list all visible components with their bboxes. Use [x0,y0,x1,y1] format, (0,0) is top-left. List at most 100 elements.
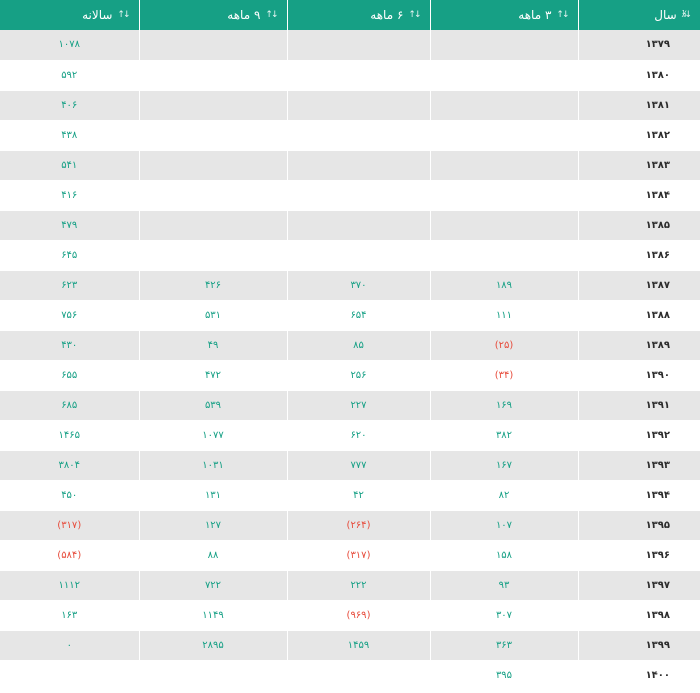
cell-annual: ۶۸۵ [0,390,139,421]
cell-q6 [286,180,430,211]
cell-q6 [286,240,430,271]
cell-q6 [286,150,430,181]
column-header-annual[interactable]: ↓↑ سالانه [0,0,139,30]
cell-annual: (۳۱۷) [0,510,139,541]
cell-q3: ۱۱۱ [429,300,578,331]
cell-q6 [286,90,430,121]
cell-year: ۱۳۹۷ [577,570,700,601]
table-row: ۱۳۸۳ ۵۴۱ [0,150,700,181]
column-header-year[interactable]: ↓¹⁄₉ سال [577,0,700,30]
cell-annual: ۱۱۱۲ [0,570,139,601]
cell-annual: ۵۹۲ [0,60,139,91]
cell-annual: ۱۴۶۵ [0,420,139,451]
column-header-3-month[interactable]: ↓↑ ۳ ماهه [429,0,578,30]
cell-annual: ۴۳۸ [0,120,139,151]
cell-year: ۱۳۸۶ [577,240,700,271]
cell-annual: ۰ [0,630,139,661]
table-row: ۱۳۸۹ (۲۵) ۸۵ ۴۹ ۴۳۰ [0,330,700,361]
cell-q9: ۱۰۷۷ [138,420,287,451]
column-header-label: سالانه [82,8,113,22]
cell-annual: ۴۷۹ [0,210,139,241]
cell-q6: ۱۴۵۹ [286,630,430,661]
cell-year: ۱۳۸۱ [577,90,700,121]
cell-q6: ۴۲ [286,480,430,511]
cell-annual: ۳۸۰۴ [0,450,139,481]
cell-annual: ۱۶۳ [0,600,139,631]
cell-annual [0,660,139,691]
cell-year: ۱۳۹۲ [577,420,700,451]
cell-annual: ۴۰۶ [0,90,139,121]
table-row: ۱۳۹۴ ۸۲ ۴۲ ۱۳۱ ۴۵۰ [0,480,700,511]
table-row: ۱۳۹۷ ۹۳ ۲۲۲ ۷۲۲ ۱۱۱۲ [0,570,700,601]
cell-q3: (۲۵) [429,330,578,361]
cell-year: ۱۳۹۰ [577,360,700,391]
cell-q6 [286,660,430,691]
column-header-label: ۶ ماهه [370,8,404,22]
cell-q9: ۱۲۷ [138,510,287,541]
cell-q6: (۹۶۹) [286,600,430,631]
cell-q9: ۴۲۶ [138,270,287,301]
cell-year: ۱۳۸۴ [577,180,700,211]
cell-q6: (۲۶۴) [286,510,430,541]
cell-q9 [138,210,287,241]
cell-year: ۱۳۸۵ [577,210,700,241]
cell-q3 [429,210,578,241]
cell-q3: ۳۶۳ [429,630,578,661]
cell-q3: ۸۲ [429,480,578,511]
cell-q9 [138,660,287,691]
cell-q9 [138,30,287,61]
table-row: ۱۴۰۰ ۳۹۵ [0,660,700,691]
table-row: ۱۳۹۰ (۳۴) ۲۵۶ ۴۷۲ ۶۵۵ [0,360,700,391]
cell-q6 [286,30,430,61]
cell-year: ۱۳۹۵ [577,510,700,541]
cell-q9 [138,120,287,151]
table-row: ۱۳۹۹ ۳۶۳ ۱۴۵۹ ۲۸۹۵ ۰ [0,630,700,661]
column-header-label: ۳ ماهه [518,8,552,22]
table-header: ↓¹⁄₉ سال ↓↑ ۳ ماهه ↓↑ ۶ ماهه ↓↑ ۹ ماهه ↓… [0,0,700,30]
sort-arrows-icon: ↓↑ [265,10,278,20]
table-row: ۱۳۸۶ ۶۴۵ [0,240,700,271]
cell-q6: (۳۱۷) [286,540,430,571]
column-header-label: ۹ ماهه [227,8,261,22]
header-row: ↓¹⁄₉ سال ↓↑ ۳ ماهه ↓↑ ۶ ماهه ↓↑ ۹ ماهه ↓… [0,0,700,30]
cell-annual: ۴۳۰ [0,330,139,361]
cell-q6 [286,60,430,91]
cell-q6: ۲۲۷ [286,390,430,421]
cell-annual: ۵۴۱ [0,150,139,181]
cell-q9: ۷۲۲ [138,570,287,601]
column-header-6-month[interactable]: ↓↑ ۶ ماهه [286,0,430,30]
cell-annual: ۷۵۶ [0,300,139,331]
cell-q9: ۵۳۹ [138,390,287,421]
cell-q3: ۱۰۷ [429,510,578,541]
cell-q9: ۵۳۱ [138,300,287,331]
cell-year: ۱۳۹۸ [577,600,700,631]
cell-q6: ۸۵ [286,330,430,361]
cell-q9: ۸۸ [138,540,287,571]
cell-annual: ۴۱۶ [0,180,139,211]
table-row: ۱۳۹۲ ۳۸۲ ۶۲۰ ۱۰۷۷ ۱۴۶۵ [0,420,700,451]
data-table: ↓¹⁄₉ سال ↓↑ ۳ ماهه ↓↑ ۶ ماهه ↓↑ ۹ ماهه ↓… [0,0,700,691]
cell-q6 [286,120,430,151]
cell-q3: ۳۹۵ [429,660,578,691]
cell-q3: ۱۶۷ [429,450,578,481]
cell-q9: ۴۷۲ [138,360,287,391]
cell-year: ۱۳۹۶ [577,540,700,571]
cell-q6: ۶۵۴ [286,300,430,331]
cell-q9 [138,90,287,121]
cell-year: ۱۳۹۴ [577,480,700,511]
cell-year: ۱۳۹۹ [577,630,700,661]
cell-q3: ۱۶۹ [429,390,578,421]
sort-arrows-icon: ↓↑ [117,10,130,20]
cell-q6: ۷۷۷ [286,450,430,481]
cell-year: ۱۳۸۰ [577,60,700,91]
cell-annual: ۶۴۵ [0,240,139,271]
cell-q3: ۳۰۷ [429,600,578,631]
cell-q3: (۳۴) [429,360,578,391]
cell-q9 [138,60,287,91]
column-header-9-month[interactable]: ↓↑ ۹ ماهه [138,0,287,30]
cell-year: ۱۳۷۹ [577,30,700,61]
table-row: ۱۳۸۷ ۱۸۹ ۳۷۰ ۴۲۶ ۶۲۳ [0,270,700,301]
cell-q9: ۲۸۹۵ [138,630,287,661]
cell-q6 [286,210,430,241]
cell-annual: (۵۸۴) [0,540,139,571]
